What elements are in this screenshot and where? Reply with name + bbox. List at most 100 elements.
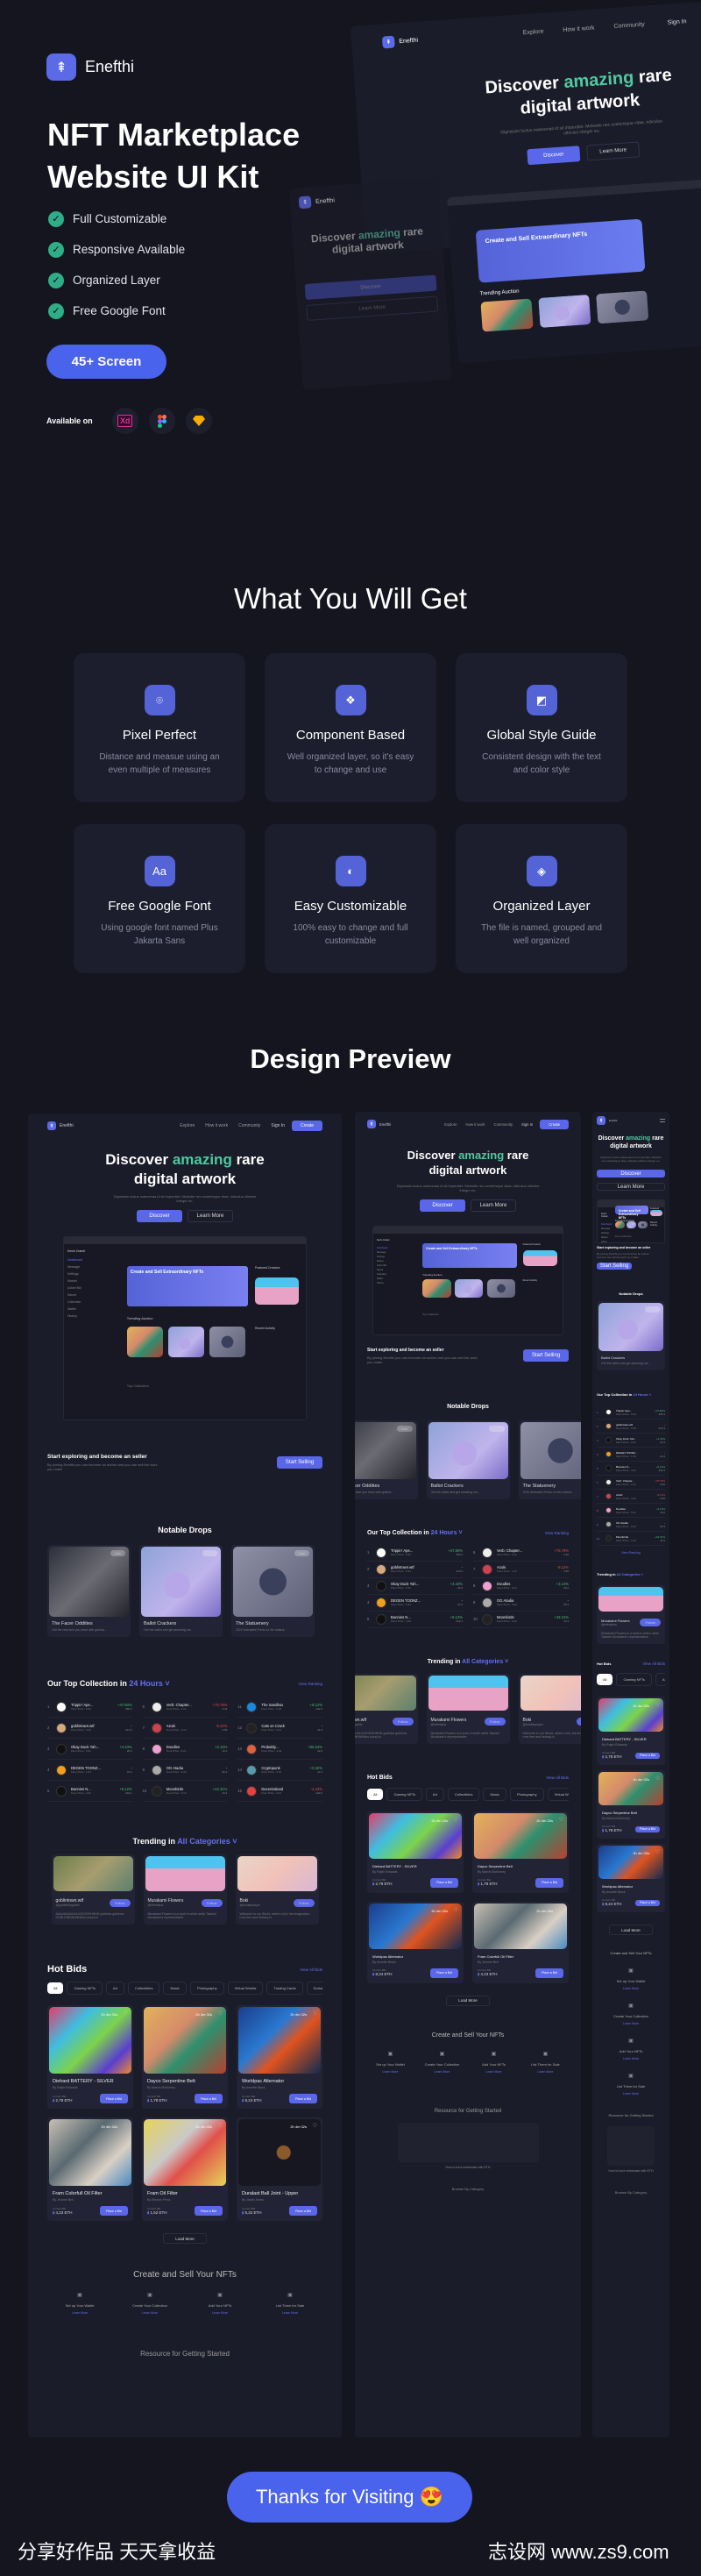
filter-tab-music[interactable]: Music	[163, 1982, 187, 1996]
step-learn-more-link[interactable]: Learn More	[188, 2311, 252, 2315]
heart-icon[interactable]: ♡	[454, 1817, 458, 1823]
drop-card[interactable]: Live The Statuenery2022 Animated Frens on…	[231, 1545, 315, 1638]
nav-explore[interactable]: Explore	[523, 28, 544, 36]
collection-row[interactable]: 6 Verb: Chapter... Floor Price : 2.12 +75.7…	[597, 1476, 665, 1491]
dash-menu-item[interactable]: Settings	[67, 1272, 114, 1276]
collection-row[interactable]: 2 goblintown.wtf Floor Price : 0.33-213.3	[597, 1420, 665, 1434]
dash-menu-item[interactable]: Dashboard	[67, 1258, 114, 1262]
dash-menu-item[interactable]: Market	[377, 1260, 412, 1263]
trending-card[interactable]: goblintown.wtf@goblinthegoblinFollowAAAA…	[51, 1854, 135, 1925]
step-learn-more-link[interactable]: Learn More	[367, 2070, 414, 2074]
heart-icon[interactable]: ♡	[218, 2010, 223, 2017]
dash-menu-item[interactable]: Active Bid	[377, 1264, 412, 1267]
filter-tab-gaming-nfts[interactable]: Gaming NFTs	[616, 1673, 652, 1687]
dash-menu-item[interactable]: Active Bid	[601, 1241, 609, 1242]
discover-button[interactable]: Discover	[597, 1170, 665, 1178]
view-ranking-link[interactable]: View Ranking	[545, 1531, 569, 1535]
follow-button[interactable]: Follow	[392, 1718, 414, 1726]
view-ranking-link[interactable]: View Ranking	[299, 1682, 322, 1686]
place-bid-button[interactable]: Place a Bid	[430, 1968, 458, 1978]
step-learn-more-link[interactable]: Learn More	[419, 2070, 465, 2074]
drop-card[interactable]: Live The Facer OdditiesGet the real face …	[355, 1420, 418, 1499]
place-bid-button[interactable]: Place a Bid	[100, 2206, 128, 2217]
nav-link[interactable]: Community	[494, 1122, 513, 1127]
start-selling-button[interactable]: Start Selling	[277, 1456, 322, 1469]
collection-row[interactable]: 7 Azuki Floor Price : 4.12 -9.12% 2.56	[597, 1490, 665, 1505]
collection-row[interactable]: 10 Moonbirds Floor Price : 0.12 +43.31% 44.3	[142, 1781, 228, 1803]
filter-tab-virtual-worlds[interactable]: Virtual Worlds	[547, 1787, 569, 1801]
dash-menu-item[interactable]: Settings	[377, 1256, 412, 1258]
collection-row[interactable]: 13 Probably... Floor Price : 1.43 +95.54% 32…	[237, 1739, 322, 1761]
bid-card[interactable]: 2h 4m 32s ♡ Fram Oil Filter By Eleanor Pena…	[142, 2117, 228, 2222]
place-bid-button[interactable]: Place a Bid	[195, 2094, 223, 2104]
dash-menu-item[interactable]: History	[377, 1282, 412, 1284]
bid-card[interactable]: 2h 4m 32s ♡ Diehard BATTERY - SILVER By Ral…	[597, 1697, 665, 1766]
nav-signin[interactable]: Sign In	[271, 1123, 285, 1128]
bid-card[interactable]: 2h 4m 32s ♡ Diehard BATTERY - SILVER By Ral…	[367, 1811, 464, 1893]
dash-menu-item[interactable]: Collection	[377, 1273, 412, 1276]
step-learn-more-link[interactable]: Learn More	[522, 2070, 569, 2074]
place-bid-button[interactable]: Place a Bid	[635, 1899, 660, 1906]
collection-row[interactable]: 3 Okay Duck Yah... Floor Price : 0.31 +4.43…	[367, 1578, 463, 1595]
follow-button[interactable]: Follow	[293, 1898, 315, 1907]
collection-row[interactable]: 5 Bunnies N... Floor Price : 4.32 +6.12% 232…	[597, 1462, 665, 1477]
collection-row[interactable]: 8 Doodles Floor Price : 5.21 +3.13% 43.2	[597, 1504, 665, 1519]
discover-button[interactable]: Discover	[304, 274, 437, 300]
filter-tab-all[interactable]: All	[597, 1674, 613, 1686]
heart-icon[interactable]: ♡	[655, 1775, 660, 1782]
dash-menu-item[interactable]: Collection	[67, 1300, 114, 1304]
filter-tab-art[interactable]: Art	[105, 1982, 125, 1996]
filter-tab-photography[interactable]: Photography	[189, 1982, 224, 1996]
trending-card[interactable]: Murakami Flowers @mfmakus Follow Murakami F…	[597, 1585, 665, 1645]
learn-more-button[interactable]: Learn More	[188, 1210, 233, 1223]
view-all-bids-link[interactable]: View All Bids	[642, 1662, 665, 1666]
step-learn-more-link[interactable]: Learn More	[258, 2311, 322, 2315]
collection-row[interactable]: 5 Bunnies N... Floor Price : 4.32 +6.12% 232…	[367, 1612, 463, 1628]
dash-menu-item[interactable]: Message	[601, 1228, 610, 1230]
heart-icon[interactable]: ♡	[313, 2123, 317, 2129]
collection-row[interactable]: 9 OG Atadia Floor Price : 0.32-95.3	[473, 1595, 569, 1612]
drop-card[interactable]: Live Ballot Crackers Get the ballot and ge…	[139, 1545, 223, 1638]
step-learn-more-link[interactable]: Learn More	[597, 2022, 665, 2025]
collection-row[interactable]: 6 Verb: Chapter... Floor Price : 2.12 +75.7…	[142, 1697, 228, 1719]
load-more-button[interactable]: Load More	[609, 1925, 653, 1936]
step-learn-more-link[interactable]: Learn More	[597, 2092, 665, 2096]
nav-link[interactable]: Explore	[444, 1122, 457, 1127]
hamburger-icon[interactable]	[660, 1119, 665, 1122]
collection-row[interactable]: 10 Moonbirds Floor Price : 0.12 +43.31% 44.3	[597, 1532, 665, 1547]
place-bid-button[interactable]: Place a Bid	[430, 1877, 458, 1888]
discover-button[interactable]: Discover	[137, 1210, 182, 1223]
filter-tab-all[interactable]: All	[47, 1982, 64, 1995]
nav-community[interactable]: Community	[613, 21, 645, 29]
place-bid-button[interactable]: Place a Bid	[289, 2094, 317, 2104]
start-selling-button[interactable]: Start Selling	[597, 1263, 632, 1270]
nav-signin[interactable]: Sign In	[667, 18, 686, 26]
learn-more-button[interactable]: Learn More	[597, 1183, 665, 1192]
bid-card[interactable]: 2h 4m 32s ♡ Worldpac Alternator By Annette …	[367, 1901, 464, 1983]
follow-button[interactable]: Follow	[576, 1718, 581, 1726]
bid-card[interactable]: 2h 4m 32s ♡ Dayco Serpentine Belt By Marvin…	[597, 1770, 665, 1839]
place-bid-button[interactable]: Place a Bid	[195, 2206, 223, 2217]
bid-card[interactable]: 2h 4m 32s ♡ Duralast Ball Joint - Upper By …	[237, 2117, 322, 2222]
collection-row[interactable]: 9 OG Atadia Floor Price : 0.32-95.3	[142, 1760, 228, 1782]
heart-icon[interactable]: ♡	[124, 2010, 128, 2017]
collection-row[interactable]: 4 DEGEN TOONZ... Floor Price : 1.03-24.4	[367, 1595, 463, 1612]
bid-card[interactable]: 2h 4m 32s ♡ Dayco Serpentine Belt By Marvin…	[472, 1811, 569, 1893]
filter-tab-domain[interactable]: Domain	[306, 1982, 322, 1996]
drop-card[interactable]: Live Ballot Crackers Get the ballot and ge…	[426, 1420, 510, 1499]
nav-link[interactable]: Community	[238, 1123, 260, 1128]
view-all-bids-link[interactable]: View All Bids	[546, 1775, 569, 1780]
nav-link[interactable]: How it work	[205, 1123, 228, 1128]
collection-row[interactable]: 6 Verb: Chapter... Floor Price : 2.12 +75.7…	[473, 1545, 569, 1562]
nav-signin[interactable]: Sign In	[521, 1122, 533, 1127]
bid-card[interactable]: 2h 4m 32s ♡ Fram Colorfull Oil Filter By Je…	[472, 1901, 569, 1983]
drop-card[interactable]: Live The Statuenery2022 Animated Frens on…	[518, 1420, 581, 1499]
collection-row[interactable]: 2 goblintown.wtf Floor Price : 0.33-213.3	[367, 1562, 463, 1578]
dash-menu-item[interactable]: Message	[67, 1265, 114, 1269]
dash-menu-item[interactable]: Settings	[601, 1232, 609, 1235]
place-bid-button[interactable]: Place a Bid	[635, 1752, 660, 1759]
view-all-bids-link[interactable]: View All Bids	[300, 1968, 322, 1972]
learn-more-button[interactable]: Learn More	[306, 295, 439, 321]
view-ranking-link[interactable]: View Ranking	[597, 1551, 665, 1555]
dash-menu-item[interactable]: Market	[67, 1279, 114, 1283]
